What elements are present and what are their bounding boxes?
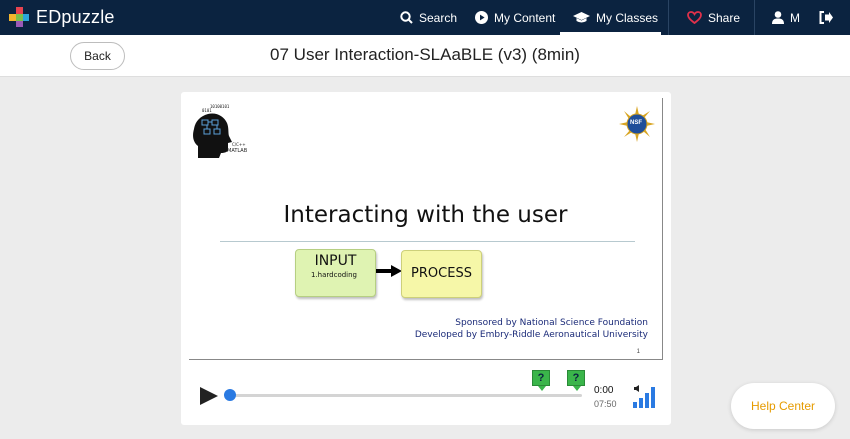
process-box: PROCESS	[401, 250, 482, 298]
nav-divider	[668, 0, 669, 35]
sponsor-line-2: Developed by Embry-Riddle Aeronautical U…	[414, 330, 648, 340]
volume-bar	[639, 398, 643, 408]
sponsor-credits: Sponsored by National Science Foundation…	[415, 317, 648, 341]
search-icon	[400, 11, 413, 24]
svg-text:10100101: 10100101	[210, 104, 230, 109]
top-navbar: EDpuzzle Search My Content My Classes Sh…	[0, 0, 850, 35]
volume-bar	[651, 387, 655, 408]
video-frame[interactable]: 10100101 0101 C/C++ MATLAB NSF Interacti…	[189, 98, 663, 360]
nav-user-initial: M	[790, 10, 800, 25]
current-time: 0:00	[594, 385, 614, 396]
svg-text:0101: 0101	[202, 108, 212, 113]
slide-divider	[220, 241, 635, 242]
nav-user[interactable]: M	[772, 0, 800, 35]
input-box-sublabel: 1.hardcoding	[311, 271, 358, 279]
video-header: Back 07 User Interaction-SLAaBLE (v3) (8…	[0, 35, 850, 77]
progress-thumb[interactable]	[224, 389, 236, 401]
total-time: 07:50	[594, 399, 617, 409]
help-center-button[interactable]: Help Center	[731, 383, 835, 429]
matlab-logo-text: MATLAB	[227, 148, 248, 154]
arrow-right-icon	[376, 265, 402, 277]
input-box-label: INPUT	[314, 253, 357, 269]
nav-search-label: Search	[419, 10, 458, 25]
video-player: 10100101 0101 C/C++ MATLAB NSF Interacti…	[181, 92, 671, 425]
svg-text:C/C++: C/C++	[232, 142, 246, 147]
logout-button[interactable]	[819, 0, 839, 35]
volume-bar	[633, 402, 637, 408]
puzzle-logo-icon	[9, 7, 29, 27]
brand-name: EDpuzzle	[36, 6, 115, 27]
nav-share-label: Share	[708, 10, 741, 25]
brand-logo[interactable]: EDpuzzle	[8, 6, 115, 28]
play-button[interactable]	[199, 386, 219, 406]
nsf-seal-text: NSF	[630, 120, 642, 126]
volume-bar	[645, 393, 649, 408]
play-circle-icon	[475, 11, 488, 24]
nav-divider	[754, 0, 755, 35]
nav-search[interactable]: Search	[400, 0, 457, 35]
user-icon	[772, 11, 784, 24]
volume-control[interactable]	[633, 386, 659, 408]
video-title: 07 User Interaction-SLAaBLE (v3) (8min)	[270, 45, 580, 64]
sponsor-line-1: Sponsored by National Science Foundation	[455, 318, 648, 328]
slide-number: 1	[636, 349, 640, 355]
slide-title: Interacting with the user	[283, 202, 568, 228]
nav-my-classes[interactable]: My Classes	[573, 0, 658, 35]
process-box-label: PROCESS	[411, 266, 472, 281]
graduation-cap-icon	[573, 11, 590, 22]
nav-my-content-label: My Content	[494, 10, 556, 25]
question-marker[interactable]: ?	[532, 370, 550, 391]
nav-my-classes-label: My Classes	[596, 10, 659, 25]
question-marker[interactable]: ?	[567, 370, 585, 391]
nav-my-content[interactable]: My Content	[475, 0, 555, 35]
logout-icon	[819, 11, 833, 24]
progress-track[interactable]	[229, 394, 582, 397]
input-box: INPUT 1.hardcoding	[295, 249, 376, 297]
nav-share[interactable]: Share	[687, 0, 740, 35]
heart-icon	[687, 11, 702, 24]
